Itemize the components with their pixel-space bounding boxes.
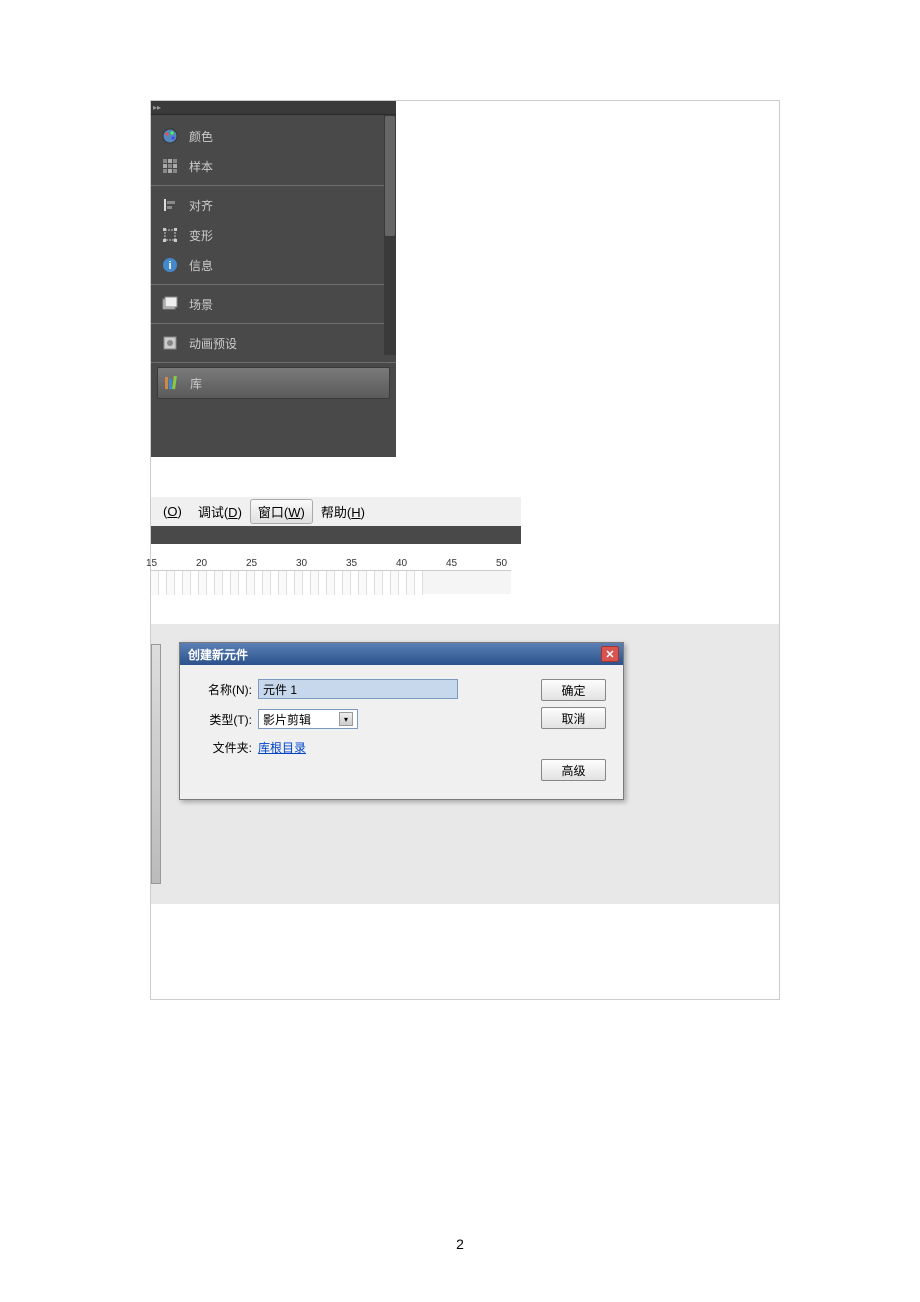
panel-list: 颜色 样本 对齐 变形 (151, 115, 396, 407)
panel-item-align[interactable]: 对齐 (151, 190, 396, 220)
dialog-buttons: 确定 取消 高级 (541, 679, 611, 787)
menu-item-help[interactable]: 帮助(H) (313, 499, 373, 524)
ruler-tick-label: 45 (446, 558, 457, 569)
dialog-fields: 名称(N): 类型(T): 影片剪辑 ▾ 文件夹: 库根目录 (192, 679, 531, 787)
panel-item-preset[interactable]: 动画预设 (151, 328, 396, 358)
dialog-title: 创建新元件 (188, 646, 248, 663)
toolbar-strip (151, 526, 521, 544)
type-label: 类型(T): (192, 711, 252, 728)
panel-item-label: 库 (190, 375, 202, 392)
ruler-tick-label: 50 (496, 558, 507, 569)
info-icon: i (161, 256, 179, 274)
dialog-body: 名称(N): 类型(T): 影片剪辑 ▾ 文件夹: 库根目录 (180, 665, 623, 799)
palette-icon (161, 127, 179, 145)
timeline-ruler[interactable]: 15 20 25 30 35 40 45 50 (151, 558, 511, 594)
ruler-tick-label: 35 (346, 558, 357, 569)
side-panel: ▸▸ 颜色 样本 (151, 101, 396, 457)
page-number: 2 (0, 1236, 920, 1252)
advanced-button[interactable]: 高级 (541, 759, 606, 781)
library-icon (162, 374, 180, 392)
dialog-backdrop: 创建新元件 ✕ 名称(N): 类型(T): 影片剪辑 ▾ (151, 624, 779, 904)
folder-label: 文件夹: (192, 739, 252, 756)
ruler-track[interactable] (151, 570, 511, 594)
panel-item-label: 变形 (189, 227, 213, 244)
panel-item-label: 颜色 (189, 128, 213, 145)
panel-footer (151, 407, 396, 457)
ruler-numbers: 15 20 25 30 35 40 45 50 (151, 558, 511, 570)
chevron-down-icon[interactable]: ▾ (339, 712, 353, 726)
panel-item-scene[interactable]: 场景 (151, 289, 396, 319)
cancel-button[interactable]: 取消 (541, 707, 606, 729)
align-icon (161, 196, 179, 214)
side-scroll[interactable] (151, 644, 161, 884)
panel-item-library[interactable]: 库 (157, 367, 390, 399)
name-label: 名称(N): (192, 681, 252, 698)
transform-icon (161, 226, 179, 244)
panel-item-label: 场景 (189, 296, 213, 313)
panel-item-label: 样本 (189, 158, 213, 175)
document-page: ▸▸ 颜色 样本 (150, 100, 780, 1000)
panel-divider (151, 185, 396, 186)
ok-button[interactable]: 确定 (541, 679, 606, 701)
name-input[interactable] (258, 679, 458, 699)
field-row-name: 名称(N): (192, 679, 531, 699)
menu-item-debug[interactable]: 调试(D) (190, 499, 250, 524)
svg-text:i: i (168, 260, 171, 272)
ruler-tick-label: 25 (246, 558, 257, 569)
folder-link[interactable]: 库根目录 (258, 739, 306, 756)
dialog-titlebar[interactable]: 创建新元件 ✕ (180, 643, 623, 665)
swatch-icon (161, 157, 179, 175)
field-row-type: 类型(T): 影片剪辑 ▾ (192, 709, 531, 729)
scroll-thumb[interactable] (385, 116, 395, 236)
panel-item-swatch[interactable]: 样本 (151, 151, 396, 181)
panel-item-color[interactable]: 颜色 (151, 121, 396, 151)
panel-item-transform[interactable]: 变形 (151, 220, 396, 250)
preset-icon (161, 334, 179, 352)
menu-item-o[interactable]: (O) (155, 501, 190, 522)
panel-item-label: 动画预设 (189, 335, 237, 352)
panel-divider (151, 284, 396, 285)
menu-bar: (O) 调试(D) 窗口(W) 帮助(H) (151, 497, 521, 526)
ruler-tick-label: 15 (146, 558, 157, 569)
panel-item-info[interactable]: i 信息 (151, 250, 396, 280)
ruler-tick-label: 40 (396, 558, 407, 569)
scene-icon (161, 295, 179, 313)
panel-divider (151, 323, 396, 324)
close-icon[interactable]: ✕ (601, 646, 619, 662)
create-symbol-dialog: 创建新元件 ✕ 名称(N): 类型(T): 影片剪辑 ▾ (179, 642, 624, 800)
ruler-tick-label: 20 (196, 558, 207, 569)
ruler-tick-label: 30 (296, 558, 307, 569)
type-select[interactable]: 影片剪辑 ▾ (258, 709, 358, 729)
type-value: 影片剪辑 (263, 711, 311, 728)
field-row-folder: 文件夹: 库根目录 (192, 739, 531, 756)
menu-item-window[interactable]: 窗口(W) (250, 499, 313, 524)
panel-item-label: 信息 (189, 257, 213, 274)
panel-scrollbar[interactable] (384, 115, 396, 355)
panel-divider (151, 362, 396, 363)
panel-header[interactable]: ▸▸ (151, 101, 396, 115)
panel-item-label: 对齐 (189, 197, 213, 214)
collapse-arrow-icon[interactable]: ▸▸ (153, 103, 161, 112)
